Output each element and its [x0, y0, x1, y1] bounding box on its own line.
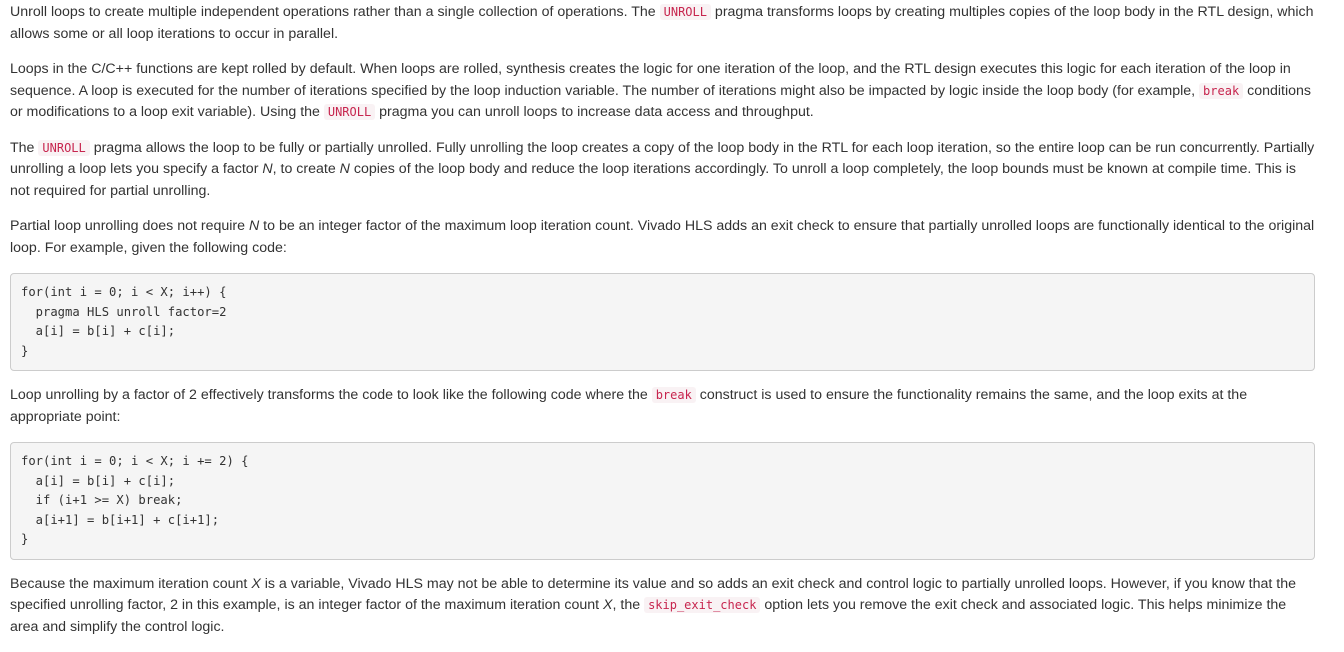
- document-body: Unroll loops to create multiple independ…: [10, 2, 1315, 652]
- inline-code-skip-exit-check: skip_exit_check: [644, 597, 761, 613]
- paragraph-rolled-loops: Loops in the C/C++ functions are kept ro…: [10, 61, 1311, 120]
- code-line: for(int i = 0; i < X; i++) {: [21, 285, 227, 299]
- inline-code-unroll: UNROLL: [323, 104, 376, 120]
- variable-n: N: [339, 161, 350, 177]
- inline-code-unroll: UNROLL: [38, 139, 90, 156]
- code-line: a[i] = b[i] + c[i];: [21, 324, 176, 338]
- code-line: pragma HLS unroll factor=2: [21, 304, 227, 319]
- inline-code-break: break: [1199, 82, 1244, 99]
- code-line: }: [21, 532, 29, 546]
- paragraph-factor-two: Loop unrolling by a factor of 2 effectiv…: [10, 387, 1248, 425]
- paragraph-intro: Unroll loops to create multiple independ…: [10, 4, 1314, 42]
- variable-x: X: [603, 597, 613, 613]
- code-line: }: [21, 343, 29, 358]
- code-block-original-loop[interactable]: for(int i = 0; i < X; i++) { pragma HLS …: [10, 273, 1315, 371]
- inline-code-unroll: UNROLL: [659, 4, 711, 20]
- code-line: if (i+1 >= X) break;: [21, 493, 183, 507]
- variable-n: N: [262, 161, 273, 177]
- variable-x: X: [251, 575, 261, 592]
- code-line: for(int i = 0; i < X; i += 2) {: [21, 454, 249, 468]
- code-line: a[i+1] = b[i+1] + c[i+1];: [21, 512, 220, 527]
- inline-code-break: break: [651, 387, 696, 403]
- code-block-unrolled-loop[interactable]: for(int i = 0; i < X; i += 2) { a[i] = b…: [10, 442, 1315, 560]
- paragraph-full-partial: The UNROLL pragma allows the loop to be …: [10, 139, 1315, 199]
- paragraph-partial-unrolling: Partial loop unrolling does not require …: [10, 218, 1315, 256]
- paragraph-skip-exit-check: Because the maximum iteration count X is…: [10, 575, 1297, 635]
- code-line: a[i] = b[i] + c[i];: [21, 473, 176, 488]
- variable-n: N: [248, 218, 260, 234]
